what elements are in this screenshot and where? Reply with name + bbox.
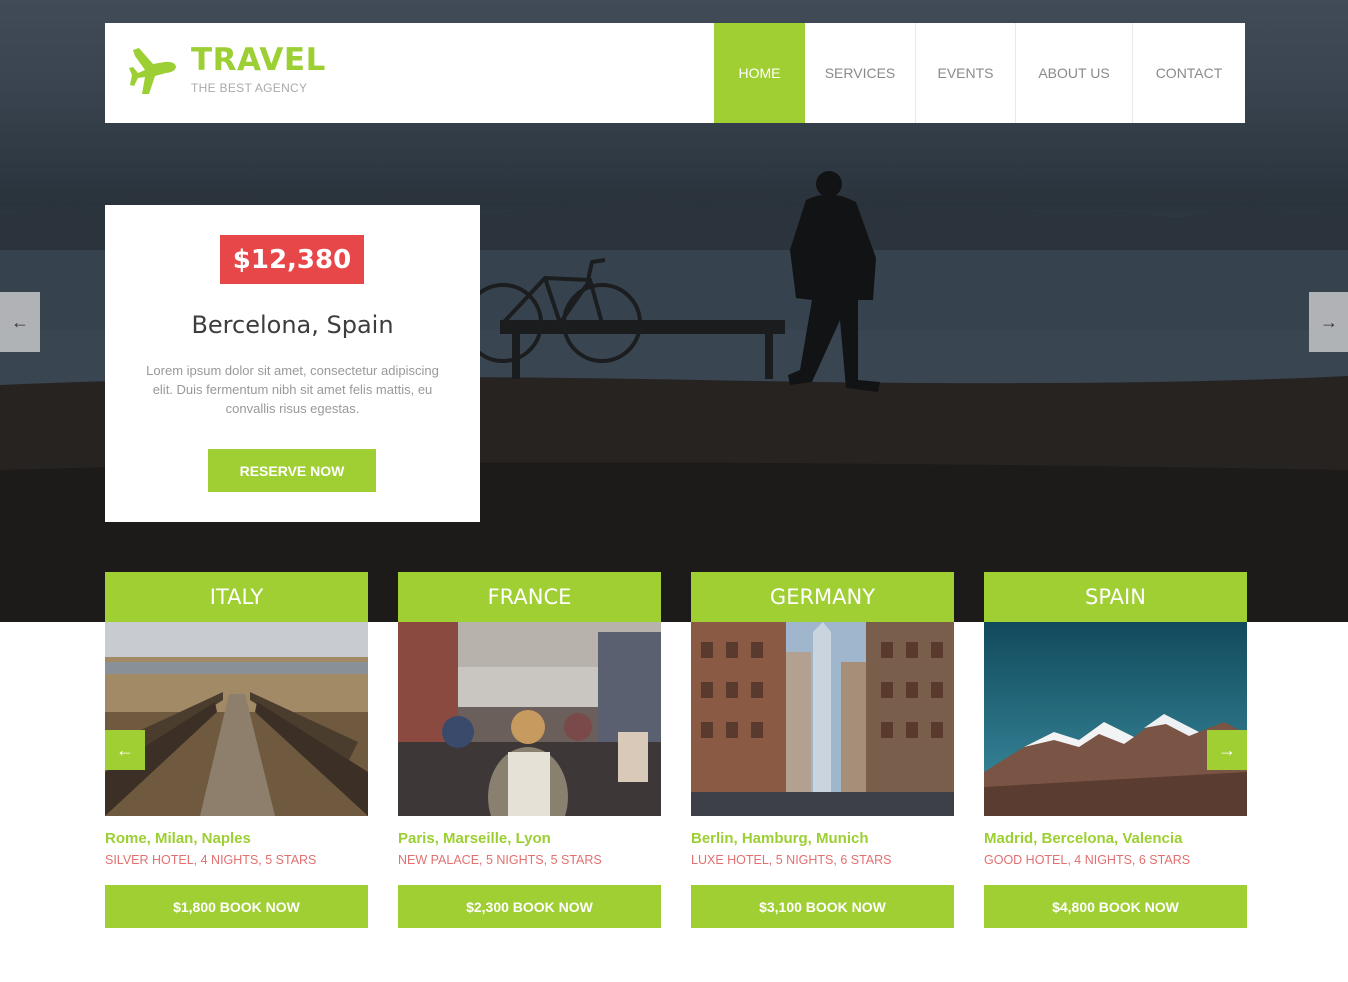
top-navbar: TRAVEL THE BEST AGENCY HOME SERVICES EVE… [105,23,1245,123]
nav-about-us[interactable]: ABOUT US [1015,23,1132,123]
card-hotel-info: LUXE HOTEL, 5 NIGHTS, 6 STARS [691,853,892,867]
card-image-city-buildings[interactable] [691,622,954,816]
destination-card-germany: GERMANY Berlin, Hamburg, Munich LUXE HOT… [691,572,954,928]
card-hotel-info: SILVER HOTEL, 4 NIGHTS, 5 STARS [105,853,317,867]
book-now-button[interactable]: $2,300 BOOK NOW [398,885,661,928]
destinations-prev-arrow[interactable]: ← [105,730,145,770]
hero-prev-arrow[interactable]: ← [0,292,40,352]
card-country-title: FRANCE [398,572,661,622]
nav-home[interactable]: HOME [714,23,805,123]
nav-contact[interactable]: CONTACT [1132,23,1245,123]
card-country-title: SPAIN [984,572,1247,622]
card-image-mountains[interactable] [984,622,1247,816]
destinations-carousel: ← → ITALY Rome, Milan, Naples SILVER HOT… [105,572,1247,932]
reserve-now-button[interactable]: RESERVE NOW [208,449,376,492]
destination-card-france: FRANCE Paris, Marseille, Lyon NEW PALACE… [398,572,661,928]
card-cities: Madrid, Bercelona, Valencia [984,830,1183,847]
card-hotel-info: GOOD HOTEL, 4 NIGHTS, 6 STARS [984,853,1191,867]
book-now-button[interactable]: $3,100 BOOK NOW [691,885,954,928]
hero-next-arrow[interactable]: → [1309,292,1348,352]
card-image-boardwalk[interactable] [105,622,368,816]
airplane-icon [129,48,176,94]
card-hotel-info: NEW PALACE, 5 NIGHTS, 5 STARS [398,853,602,867]
book-now-button[interactable]: $4,800 BOOK NOW [984,885,1247,928]
offer-description: Lorem ipsum dolor sit amet, consectetur … [146,363,439,416]
brand-tagline: THE BEST AGENCY [191,81,308,95]
card-cities: Rome, Milan, Naples [105,830,251,847]
nav-services[interactable]: SERVICES [805,23,915,123]
book-now-button[interactable]: $1,800 BOOK NOW [105,885,368,928]
card-image-street-crowd[interactable] [398,622,661,816]
card-cities: Berlin, Hamburg, Munich [691,830,869,847]
main-menu: HOME SERVICES EVENTS ABOUT US CONTACT [714,23,1245,123]
card-cities: Paris, Marseille, Lyon [398,830,551,847]
offer-title: Bercelona, Spain [191,311,394,339]
destinations-next-arrow[interactable]: → [1207,730,1247,770]
card-country-title: ITALY [105,572,368,622]
offer-price-badge: $12,380 [220,235,364,284]
brand-title[interactable]: TRAVEL [191,42,326,78]
featured-offer-card: $12,380 Bercelona, Spain Lorem ipsum dol… [105,205,480,522]
card-country-title: GERMANY [691,572,954,622]
nav-events[interactable]: EVENTS [915,23,1015,123]
